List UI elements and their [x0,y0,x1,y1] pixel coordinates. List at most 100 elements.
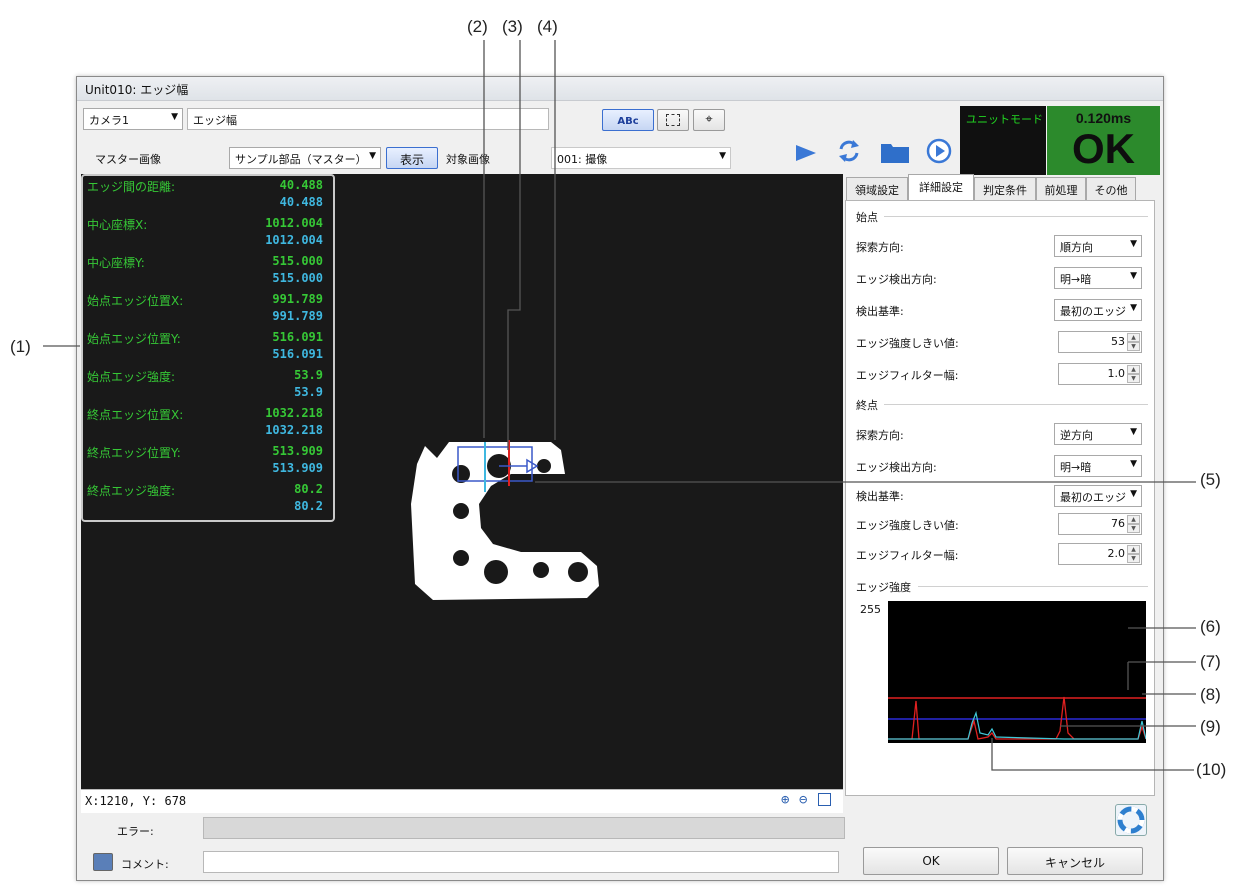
cancel-button-label: キャンセル [1044,856,1105,870]
detection-basis-select[interactable]: 最初のエッジ ▼ [1054,299,1142,321]
measurement-name: 終点エッジ位置X: [87,408,184,422]
setting-value: 最初のエッジ [1060,491,1126,504]
spin-up-icon[interactable]: ▲ [1127,365,1140,374]
measurement-value: 991.789 [272,292,323,306]
run-circle-icon[interactable] [925,137,953,165]
settings-panel: 始点 探索方向: 順方向 ▼ エッジ検出方向: 明→暗 ▼ 検出基準: 最初のエッジ… [845,200,1155,796]
target-image-select[interactable]: 001: 撮像 ▼ [551,147,731,169]
end-group-title: 終点 [856,399,878,412]
edge-direction-select[interactable]: 明→暗 ▼ [1054,455,1142,477]
show-button-label: 表示 [399,153,424,167]
measurement-name: 終点エッジ位置Y: [87,446,181,460]
callout-label: (4) [537,17,558,36]
repeat-icon[interactable] [835,137,863,165]
master-image-select[interactable]: サンプル部品（マスター） ▼ [229,147,381,169]
chevron-down-icon: ▼ [1130,303,1137,313]
play-icon[interactable] [793,141,819,165]
editor-window: Unit010: エッジ幅 カメラ1 ▼ エッジ幅 ABc ⌖ マスター画像 サ… [76,76,1164,881]
tab-other[interactable]: その他 [1086,177,1136,200]
setting-label: エッジフィルター幅: [856,369,959,382]
edge-direction-select[interactable]: 明→暗 ▼ [1054,267,1142,289]
chevron-down-icon: ▼ [171,112,178,122]
callout-label: (8) [1200,685,1221,704]
edge-threshold-spinner[interactable]: 53 ▲ ▼ [1058,331,1142,353]
title-bar: Unit010: エッジ幅 [77,77,1163,101]
measurement-reference: 40.488 [279,195,323,209]
zoom-in-icon[interactable]: ⊕ [781,792,789,808]
measurement-value: 1012.004 [265,216,323,230]
result-box: 0.120ms OK [1047,106,1160,175]
filter-width-spinner[interactable]: 1.0 ▲ ▼ [1058,363,1142,385]
measurement-value: 1032.218 [265,406,323,420]
callout-label: (6) [1200,617,1221,636]
edge-threshold-spinner[interactable]: 76 ▲ ▼ [1058,513,1142,535]
setting-value: 2.0 [1107,547,1126,560]
keyboard-icon[interactable] [93,853,113,871]
tab-region-settings[interactable]: 領域設定 [846,177,908,200]
spin-down-icon[interactable]: ▼ [1127,524,1140,533]
setting-value: 53 [1111,335,1125,348]
measurement-reference: 1012.004 [265,233,323,247]
unit-name-field[interactable]: エッジ幅 [187,108,549,130]
guide-display-button[interactable]: ⌖ [693,109,725,131]
comment-field[interactable] [203,851,839,873]
region-display-button[interactable] [657,109,689,131]
callout-label: (10) [1196,760,1227,779]
measurement-reference: 80.2 [294,499,323,513]
spin-down-icon[interactable]: ▼ [1127,554,1140,563]
setting-label: エッジ強度しきい値: [856,337,959,350]
measurement-row: 終点エッジ強度: 80.2 80.2 [85,482,327,513]
filter-width-spinner[interactable]: 2.0 ▲ ▼ [1058,543,1142,565]
setting-value: 最初のエッジ [1060,305,1126,318]
show-button[interactable]: 表示 [386,147,438,169]
spin-up-icon[interactable]: ▲ [1127,515,1140,524]
search-direction-select[interactable]: 逆方向 ▼ [1054,423,1142,445]
measurement-row: 始点エッジ強度: 53.9 53.9 [85,368,327,399]
tab-label: 判定条件 [983,184,1027,197]
image-viewer[interactable]: エッジ間の距離: 40.488 40.488 中心座標X: 1012.004 1… [81,174,843,789]
measurement-reference: 53.9 [294,385,323,399]
chevron-down-icon: ▼ [1130,239,1137,249]
camera-select[interactable]: カメラ1 ▼ [83,108,183,130]
edge-strength-graph [888,601,1146,743]
crosshair-icon: ⌖ [705,112,713,127]
spin-up-icon[interactable]: ▲ [1127,545,1140,554]
help-icon[interactable] [1115,804,1147,836]
ok-button[interactable]: OK [863,847,999,875]
camera-select-value: カメラ1 [89,114,129,127]
text-display-toggle[interactable]: ABc [602,109,654,131]
measurement-value: 80.2 [294,482,323,496]
text-toggle-label: ABc [617,116,639,127]
measurement-name: エッジ間の距離: [87,180,176,194]
tab-preprocess[interactable]: 前処理 [1036,177,1086,200]
spin-up-icon[interactable]: ▲ [1127,333,1140,342]
zoom-out-icon[interactable]: ⊖ [799,792,807,808]
detection-basis-select[interactable]: 最初のエッジ ▼ [1054,485,1142,507]
spin-down-icon[interactable]: ▼ [1127,374,1140,383]
tab-detail-settings[interactable]: 詳細設定 [908,174,974,201]
cancel-button[interactable]: キャンセル [1007,847,1143,875]
setting-label: エッジフィルター幅: [856,549,959,562]
measurement-name: 終点エッジ強度: [87,484,176,498]
processing-time: 0.120ms [1075,110,1132,126]
measurement-row: エッジ間の距離: 40.488 40.488 [85,178,327,209]
master-image-label: マスター画像 [95,153,161,166]
fit-screen-icon[interactable] [818,793,831,806]
tab-label: 前処理 [1044,184,1078,197]
chevron-down-icon: ▼ [1130,271,1137,281]
measurement-name: 中心座標Y: [87,256,145,270]
unit-mode-label: ユニットモード [966,113,1043,126]
search-direction-select[interactable]: 順方向 ▼ [1054,235,1142,257]
folder-icon[interactable] [879,139,911,165]
tab-judgement[interactable]: 判定条件 [974,177,1036,200]
ok-button-label: OK [922,854,940,868]
tab-label: その他 [1094,184,1128,197]
chevron-down-icon: ▼ [719,151,726,161]
master-image-value: サンプル部品（マスター） [235,153,367,166]
window-title: Unit010: エッジ幅 [85,83,189,97]
setting-label: 検出基準: [856,490,904,503]
measurement-reference: 513.909 [272,461,323,475]
spin-down-icon[interactable]: ▼ [1127,342,1140,351]
measurement-value: 53.9 [294,368,323,382]
unit-mode-box: ユニットモード [960,106,1046,175]
